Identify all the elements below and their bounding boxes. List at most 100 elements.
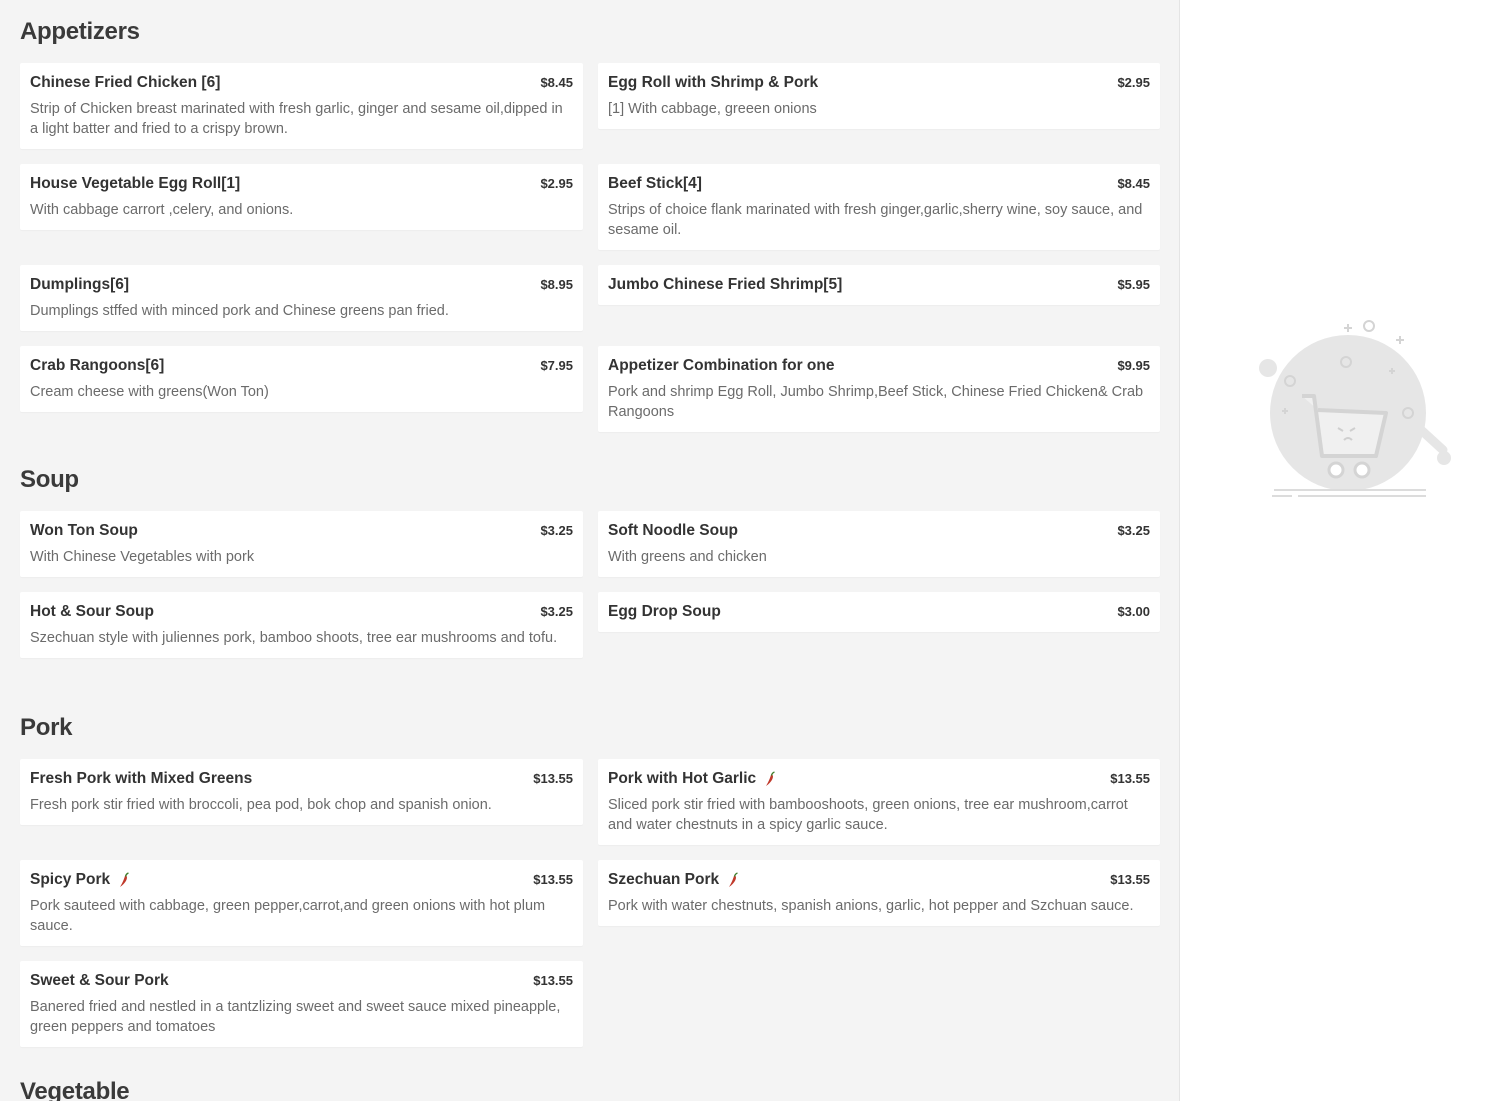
menu-item-name: Appetizer Combination for one <box>608 356 834 376</box>
menu-item-name: Fresh Pork with Mixed Greens <box>30 769 252 789</box>
category-appetizers: Appetizers Chinese Fried Chicken [6] $8.45… <box>20 16 1160 432</box>
menu-item-name-text: Spicy Pork <box>30 871 111 888</box>
menu-item-header: House Vegetable Egg Roll[1] $2.95 <box>30 174 573 194</box>
menu-item-description: Pork and shrimp Egg Roll, Jumbo Shrimp,B… <box>608 384 1144 420</box>
menu-item-price: $3.25 <box>540 604 573 619</box>
category-soup: Soup Won Ton Soup $3.25 With Chinese Vegeta… <box>20 464 1160 658</box>
menu-item-description: Sliced pork stir fried with bambooshoots… <box>608 797 1128 833</box>
menu-item-price: $3.25 <box>1117 523 1150 538</box>
menu-item-header: Appetizer Combination for one $9.95 <box>608 356 1150 376</box>
menu-item-header: Fresh Pork with Mixed Greens $13.55 <box>30 769 573 789</box>
menu-item-name: Spicy Pork <box>30 870 130 890</box>
menu-item-name: Egg Roll with Shrimp & Pork <box>608 73 818 93</box>
menu-item-header: Hot & Sour Soup $3.25 <box>30 602 573 622</box>
menu-list: Appetizers Chinese Fried Chicken [6] $8.45… <box>0 0 1179 1101</box>
menu-item-card[interactable]: Beef Stick[4] $8.45 Strips of choice flank… <box>598 164 1160 250</box>
category-title: Pork <box>20 714 73 741</box>
menu-item-price: $13.55 <box>533 771 573 786</box>
category-pork: Pork Fresh Pork with Mixed Greens $13.55 Fr… <box>20 712 1160 1047</box>
menu-item-card[interactable]: Egg Drop Soup $3.00 <box>598 592 1160 632</box>
menu-item-card[interactable]: Sweet & Sour Pork $13.55 Banered fried and… <box>20 961 583 1047</box>
menu-item-price: $2.95 <box>540 176 573 191</box>
menu-item-card[interactable]: Won Ton Soup $3.25 With Chinese Vegetables… <box>20 511 583 577</box>
menu-item-card[interactable]: Soft Noodle Soup $3.25 With greens and chi… <box>598 511 1160 577</box>
menu-item-name: Szechuan Pork <box>608 870 739 890</box>
menu-item-description: Dumplings stffed with minced pork and Ch… <box>30 303 449 319</box>
menu-item-name: Jumbo Chinese Fried Shrimp[5] <box>608 275 842 295</box>
menu-item-price: $2.95 <box>1117 75 1150 90</box>
menu-item-grid: Fresh Pork with Mixed Greens $13.55 Fresh … <box>20 759 1160 1047</box>
menu-item-description: Pork with water chestnuts, spanish anion… <box>608 898 1134 914</box>
menu-item-description: Pork sauteed with cabbage, green pepper,… <box>30 898 546 934</box>
menu-item-header: Spicy Pork $13.55 <box>30 870 573 890</box>
category-title: Appetizers <box>20 18 140 45</box>
menu-item-card[interactable]: House Vegetable Egg Roll[1] $2.95 With cab… <box>20 164 583 230</box>
menu-item-description: With greens and chicken <box>608 549 767 565</box>
menu-item-card[interactable]: Crab Rangoons[6] $7.95 Cream cheese with g… <box>20 346 583 412</box>
menu-item-name: Pork with Hot Garlic <box>608 769 776 789</box>
menu-item-name-text: Crab Rangoons[6] <box>30 357 165 374</box>
menu-item-card[interactable]: Szechuan Pork $13.55 Pork with water chest… <box>598 860 1160 926</box>
menu-item-name-text: Dumplings[6] <box>30 276 130 293</box>
category-title: Vegetable <box>20 1078 130 1101</box>
empty-cart-icon <box>1259 320 1451 497</box>
menu-item-price: $13.55 <box>1110 872 1150 887</box>
menu-item-price: $13.55 <box>533 872 573 887</box>
menu-item-price: $3.00 <box>1117 604 1150 619</box>
menu-item-name-text: Pork with Hot Garlic <box>608 770 757 787</box>
cart-panel <box>1179 0 1490 1101</box>
chili-pepper-icon <box>729 872 738 887</box>
menu-item-header: Sweet & Sour Pork $13.55 <box>30 971 573 991</box>
menu-item-description: Fresh pork stir fried with broccoli, pea… <box>30 797 492 813</box>
menu-item-header: Szechuan Pork $13.55 <box>608 870 1150 890</box>
menu-item-name: Egg Drop Soup <box>608 602 721 622</box>
menu-item-name-text: House Vegetable Egg Roll[1] <box>30 175 241 192</box>
menu-item-grid: Chinese Fried Chicken [6] $8.45 Strip of C… <box>20 63 1160 432</box>
menu-item-header: Soft Noodle Soup $3.25 <box>608 521 1150 541</box>
menu-item-card[interactable]: Appetizer Combination for one $9.95 Pork a… <box>598 346 1160 432</box>
menu-item-header: Chinese Fried Chicken [6] $8.45 <box>30 73 573 93</box>
menu-item-name-text: Hot & Sour Soup <box>30 603 154 620</box>
menu-item-card[interactable]: Fresh Pork with Mixed Greens $13.55 Fresh … <box>20 759 583 825</box>
menu-item-description: Banered fried and nestled in a tantzlizi… <box>30 999 561 1035</box>
menu-item-name: Crab Rangoons[6] <box>30 356 164 376</box>
menu-item-card[interactable]: Dumplings[6] $8.95 Dumplings stffed with m… <box>20 265 583 331</box>
category-title: Soup <box>20 466 79 493</box>
menu-item-name-text: Chinese Fried Chicken [6] <box>30 74 221 91</box>
menu-item-card[interactable]: Chinese Fried Chicken [6] $8.45 Strip of C… <box>20 63 583 149</box>
menu-item-name-text: Soft Noodle Soup <box>608 522 739 539</box>
menu-item-description: Szechuan style with juliennes pork, bamb… <box>30 630 558 646</box>
menu-item-name-text: Beef Stick[4] <box>608 175 702 192</box>
menu-item-price: $13.55 <box>1110 771 1150 786</box>
menu-item-header: Won Ton Soup $3.25 <box>30 521 573 541</box>
menu-item-price: $9.95 <box>1117 358 1150 373</box>
menu-item-card[interactable]: Pork with Hot Garlic $13.55 Sliced pork st… <box>598 759 1160 845</box>
menu-item-name-text: Egg Roll with Shrimp & Pork <box>608 74 819 91</box>
menu-item-name-text: Jumbo Chinese Fried Shrimp[5] <box>608 276 843 293</box>
menu-item-name: Soft Noodle Soup <box>608 521 738 541</box>
menu-item-name-text: Szechuan Pork <box>608 871 720 888</box>
menu-item-header: Pork with Hot Garlic $13.55 <box>608 769 1150 789</box>
menu-item-price: $8.95 <box>540 277 573 292</box>
category-vegetable: Vegetable <box>20 1076 1160 1101</box>
menu-item-name-text: Appetizer Combination for one <box>608 357 835 374</box>
menu-item-card[interactable]: Spicy Pork $13.55 Pork sauteed with cabbag… <box>20 860 583 946</box>
menu-item-description: With Chinese Vegetables with pork <box>30 549 255 565</box>
menu-item-header: Crab Rangoons[6] $7.95 <box>30 356 573 376</box>
menu-item-card[interactable]: Jumbo Chinese Fried Shrimp[5] $5.95 <box>598 265 1160 305</box>
menu-item-name: Dumplings[6] <box>30 275 129 295</box>
menu-item-description: Strips of choice flank marinated with fr… <box>608 202 1143 238</box>
menu-item-price: $8.45 <box>540 75 573 90</box>
menu-item-header: Dumplings[6] $8.95 <box>30 275 573 295</box>
menu-item-name-text: Egg Drop Soup <box>608 603 721 620</box>
menu-item-header: Beef Stick[4] $8.45 <box>608 174 1150 194</box>
menu-item-card[interactable]: Egg Roll with Shrimp & Pork $2.95 [1] With… <box>598 63 1160 129</box>
menu-item-description: Cream cheese with greens(Won Ton) <box>30 384 269 400</box>
menu-item-price: $8.45 <box>1117 176 1150 191</box>
menu-item-name: House Vegetable Egg Roll[1] <box>30 174 240 194</box>
menu-item-price: $5.95 <box>1117 277 1150 292</box>
menu-item-name: Sweet & Sour Pork <box>30 971 169 991</box>
menu-item-card[interactable]: Hot & Sour Soup $3.25 Szechuan style with … <box>20 592 583 658</box>
menu-item-name-text: Sweet & Sour Pork <box>30 972 169 989</box>
menu-item-name: Chinese Fried Chicken [6] <box>30 73 220 93</box>
